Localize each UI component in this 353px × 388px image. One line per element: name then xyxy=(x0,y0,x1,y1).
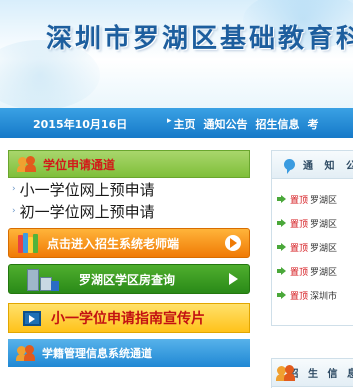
bullet-icon: › xyxy=(12,184,16,194)
notices-panel: 通 知 公 置顶 罗湖区 置顶 罗湖区 置顶 罗湖区 置顶 罗湖区 置顶 深圳市 xyxy=(271,150,353,326)
nav-link-admissions[interactable]: 招生信息 xyxy=(256,116,300,132)
arrow-right-icon xyxy=(277,291,286,299)
site-title: 深圳市罗湖区基础教育科 xyxy=(46,24,353,54)
button-label: 小一学位申请指南宣传片 xyxy=(51,311,205,327)
guide-video-button[interactable]: 小一学位申请指南宣传片 xyxy=(8,303,250,333)
notice-item[interactable]: 置顶 罗湖区 xyxy=(272,259,353,283)
notice-item[interactable]: 置顶 罗湖区 xyxy=(272,187,353,211)
link-grade1-application[interactable]: › 小一学位网上预申请 xyxy=(8,178,250,200)
arrow-right-icon xyxy=(225,271,241,287)
left-column: 学位申请通道 › 小一学位网上预申请 › 初一学位网上预申请 点击进入招生系统老… xyxy=(8,150,250,367)
panel-title: 通 知 公 xyxy=(303,161,353,172)
button-label: 点击进入招生系统老师端 xyxy=(47,236,180,251)
video-play-icon xyxy=(23,310,41,326)
arrow-right-icon xyxy=(225,235,241,251)
notices-header: 通 知 公 xyxy=(272,151,353,179)
panel-title: 招 生 信 息 xyxy=(288,369,353,380)
link-grade7-application[interactable]: › 初一学位网上预申请 xyxy=(8,200,250,222)
section-title: 学籍管理信息系统通道 xyxy=(42,347,152,360)
people-icon xyxy=(16,344,36,362)
arrow-right-icon xyxy=(277,267,286,275)
header-banner: 深圳市罗湖区基础教育科 xyxy=(0,0,353,108)
pinned-tag: 置顶 xyxy=(290,267,309,278)
books-icon xyxy=(17,232,39,254)
nav-link-notices[interactable]: 通知公告 xyxy=(204,116,248,132)
pinned-tag: 置顶 xyxy=(290,219,309,230)
notice-text: 罗湖区 xyxy=(310,243,338,254)
people-icon xyxy=(276,364,295,382)
admissions-panel: 招 生 信 息 xyxy=(271,358,353,388)
pinned-tag: 置顶 xyxy=(290,243,309,254)
notice-text: 深圳市 xyxy=(310,291,338,302)
current-date: 2015年10月16日 xyxy=(33,118,128,131)
buildings-icon xyxy=(27,267,59,291)
notice-list: 置顶 罗湖区 置顶 罗湖区 置顶 罗湖区 置顶 罗湖区 置顶 深圳市 xyxy=(272,179,353,307)
people-icon xyxy=(17,155,37,173)
arrow-right-icon xyxy=(277,219,286,227)
arrow-right-icon xyxy=(277,195,286,203)
notice-text: 罗湖区 xyxy=(310,195,338,206)
teacher-portal-button[interactable]: 点击进入招生系统老师端 xyxy=(8,228,250,258)
nav-links: ▸ 主页 通知公告 招生信息 考 xyxy=(167,116,327,132)
admissions-header: 招 生 信 息 xyxy=(272,359,353,387)
pinned-tag: 置顶 xyxy=(290,291,309,302)
button-label: 罗湖区学区房查询 xyxy=(79,272,176,287)
notice-text: 罗湖区 xyxy=(310,267,338,278)
nav-link-home[interactable]: 主页 xyxy=(174,116,196,132)
bullet-icon: › xyxy=(12,206,16,216)
link-label: 小一学位网上预申请 xyxy=(19,180,155,199)
notice-text: 罗湖区 xyxy=(310,219,338,230)
notice-item[interactable]: 置顶 深圳市 xyxy=(272,283,353,307)
nav-bar: 2015年10月16日 ▸ 主页 通知公告 招生信息 考 xyxy=(0,108,353,138)
arrow-right-icon xyxy=(277,243,286,251)
nav-arrow-icon: ▸ xyxy=(167,116,172,126)
school-district-housing-button[interactable]: 罗湖区学区房查询 xyxy=(8,264,250,294)
pinned-tag: 置顶 xyxy=(290,195,309,206)
nav-link-exam[interactable]: 考 xyxy=(308,116,319,132)
section-header-student-records[interactable]: 学籍管理信息系统通道 xyxy=(8,339,250,367)
notice-item[interactable]: 置顶 罗湖区 xyxy=(272,235,353,259)
speech-bubble-icon xyxy=(284,159,296,174)
link-label: 初一学位网上预申请 xyxy=(19,202,155,221)
section-title: 学位申请通道 xyxy=(43,157,116,172)
section-header-degree-application: 学位申请通道 xyxy=(8,150,250,178)
notice-item[interactable]: 置顶 罗湖区 xyxy=(272,211,353,235)
